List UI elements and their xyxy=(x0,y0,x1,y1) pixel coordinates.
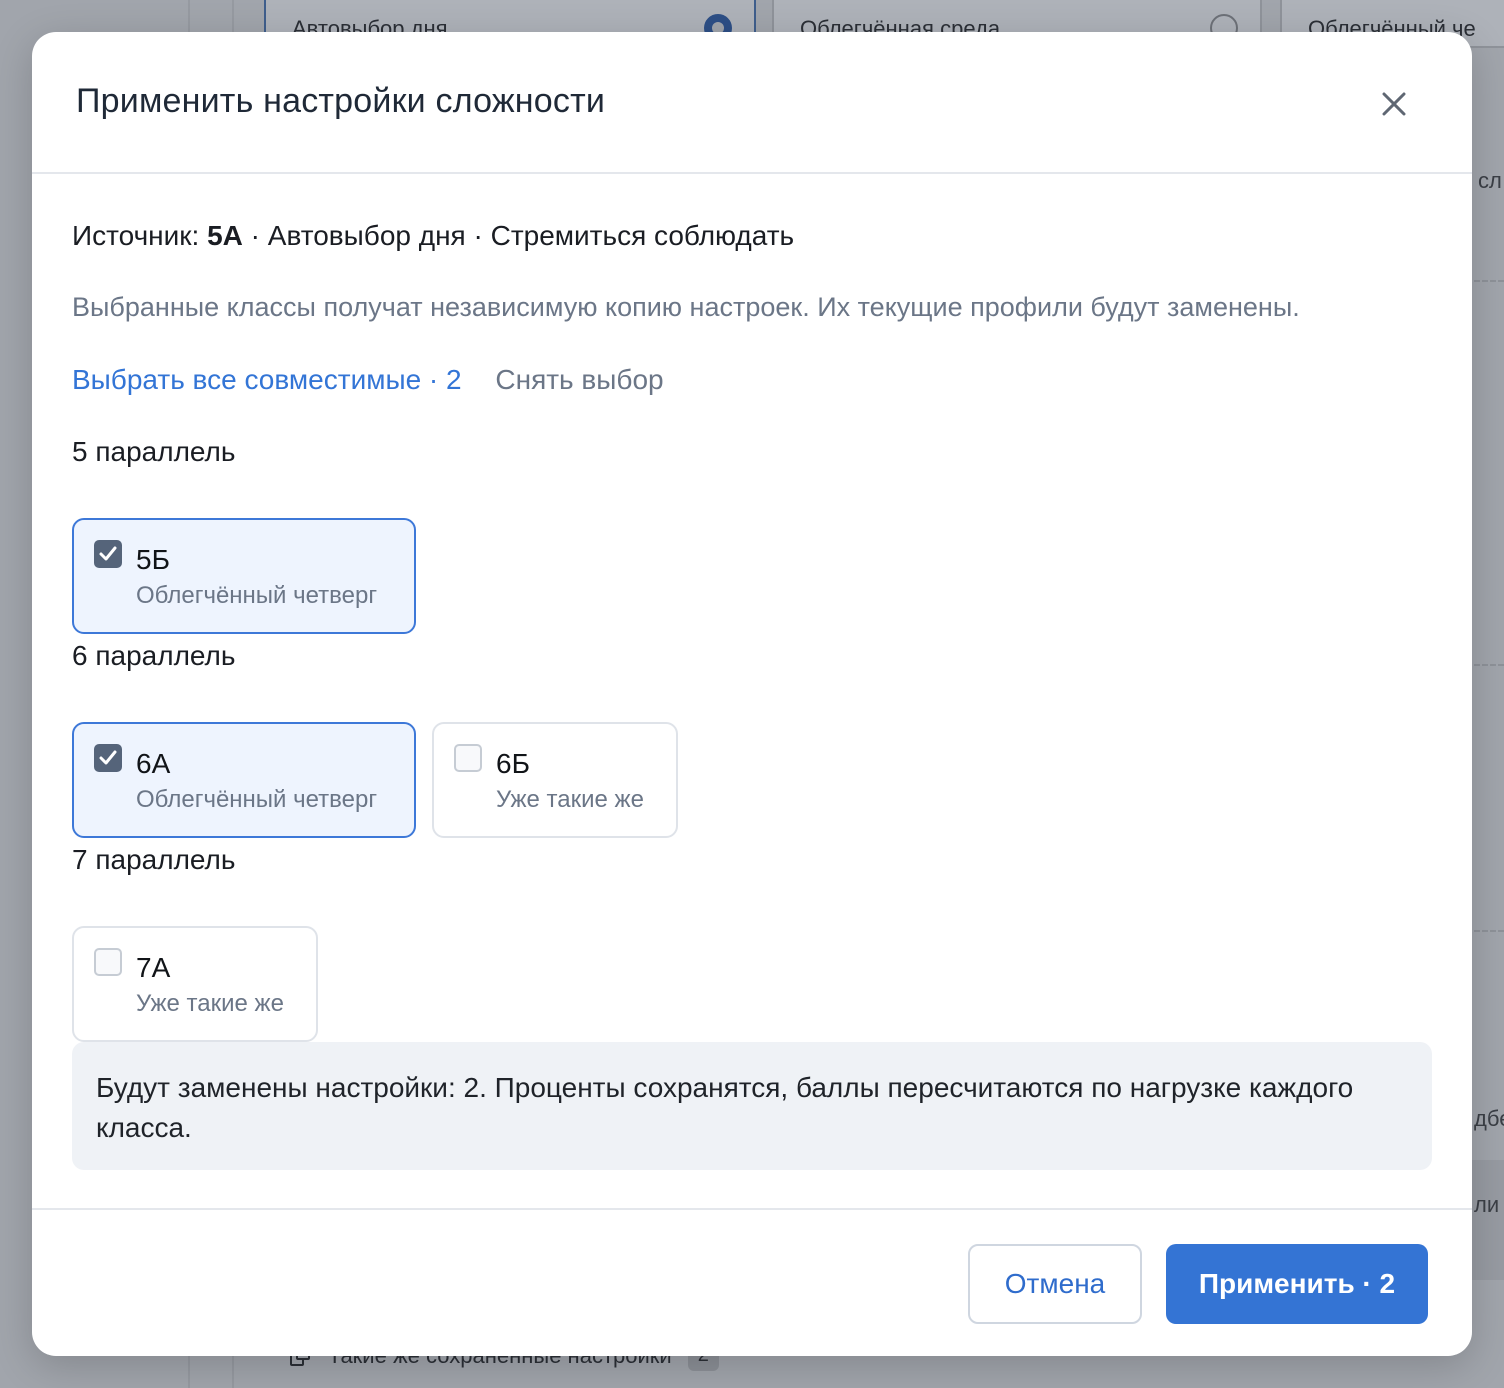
checkbox-unchecked[interactable] xyxy=(94,948,122,976)
checkbox-checked[interactable] xyxy=(94,540,122,568)
class-card-6b[interactable]: 6Б Уже такие же xyxy=(432,722,678,838)
checkbox-unchecked[interactable] xyxy=(454,744,482,772)
close-button[interactable] xyxy=(1372,82,1416,126)
close-icon xyxy=(1382,92,1406,116)
hint-text: Выбранные классы получат независимую коп… xyxy=(72,292,1300,322)
class-status: Облегчённый четверг xyxy=(136,582,378,609)
group-title-5: 5 параллель xyxy=(72,436,236,467)
select-all-compatible-link[interactable]: Выбрать все совместимые · 2 xyxy=(72,364,462,395)
class-card-6a[interactable]: 6А Облегчённый четверг xyxy=(72,722,416,838)
background-fragment: сл xyxy=(1478,168,1502,193)
background-panel xyxy=(1472,1160,1504,1280)
class-status: Уже такие же xyxy=(136,990,284,1017)
background-dash xyxy=(1474,930,1504,932)
selection-actions: Выбрать все совместимые · 2 Снять выбор xyxy=(72,364,664,396)
dialog-title: Применить настройки сложности xyxy=(76,82,606,120)
class-name: 6Б xyxy=(496,748,530,779)
class-name: 6А xyxy=(136,748,171,779)
class-name: 7А xyxy=(136,952,171,983)
dialog-header: Применить настройки сложности xyxy=(32,32,1472,174)
checkmark-icon xyxy=(99,750,117,765)
apply-settings-dialog: Применить настройки сложности Источник: … xyxy=(32,32,1472,1356)
source-line: Источник: 5А · Автовыбор дня · Стремитьс… xyxy=(72,220,794,252)
background-fragment: дбе xyxy=(1474,1106,1504,1131)
class-name: 5Б xyxy=(136,544,170,575)
source-class: 5А xyxy=(207,220,243,251)
class-status: Облегчённый четверг xyxy=(136,786,378,813)
checkbox-checked[interactable] xyxy=(94,744,122,772)
source-details: · Автовыбор дня · Стремиться соблюдать xyxy=(242,220,795,251)
group-title-7: 7 параллель xyxy=(72,844,236,875)
replacement-notice: Будут заменены настройки: 2. Проценты со… xyxy=(72,1042,1432,1170)
clear-selection-link[interactable]: Снять выбор xyxy=(495,364,663,395)
cancel-button[interactable]: Отмена xyxy=(968,1244,1142,1324)
source-prefix: Источник: xyxy=(72,220,208,251)
background-dash xyxy=(1474,280,1504,282)
class-card-5b[interactable]: 5Б Облегчённый четверг xyxy=(72,518,416,634)
class-card-7a[interactable]: 7А Уже такие же xyxy=(72,926,318,1042)
background-dash xyxy=(1474,664,1504,666)
background-fragment: ли п xyxy=(1474,1192,1504,1217)
checkmark-icon xyxy=(99,546,117,561)
apply-button[interactable]: Применить · 2 xyxy=(1166,1244,1428,1324)
class-status: Уже такие же xyxy=(496,786,644,813)
dialog-footer: Отмена Применить · 2 xyxy=(32,1208,1472,1356)
group-title-6: 6 параллель xyxy=(72,640,236,671)
